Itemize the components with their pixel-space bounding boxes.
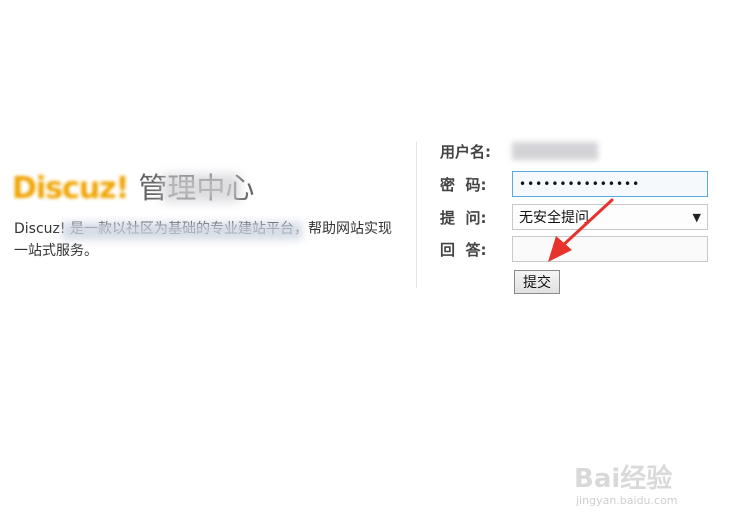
annotation-arrow-icon bbox=[548, 198, 614, 262]
password-field[interactable]: ••••••••••••••• bbox=[512, 171, 708, 197]
username-row: 用户名: bbox=[440, 138, 598, 164]
security-question-select[interactable]: 无安全提问 ▼ bbox=[512, 204, 708, 230]
title-redaction bbox=[162, 174, 240, 202]
security-question-value: 无安全提问 bbox=[519, 210, 589, 226]
answer-field[interactable] bbox=[512, 236, 708, 262]
username-label: 用户名: bbox=[440, 142, 491, 161]
intro-redaction bbox=[62, 222, 302, 240]
admin-center-title: Discuz!管理中心 bbox=[12, 168, 254, 209]
baidu-jingyan-watermark: Bai经验 bbox=[574, 464, 673, 494]
question-label: 提 问: bbox=[440, 208, 487, 227]
password-mask: ••••••••••••••• bbox=[519, 177, 641, 191]
watermark-url: jingyan.baidu.com bbox=[576, 494, 678, 507]
dropdown-arrow-icon: ▼ bbox=[692, 210, 701, 224]
password-row: 密 码: ••••••••••••••• bbox=[440, 171, 708, 197]
answer-row: 回 答: bbox=[440, 236, 708, 262]
discuz-logo: Discuz! bbox=[12, 171, 129, 206]
login-page: Discuz!管理中心 Discuz! 是一款以社区为基础的专业建站平台，帮助网… bbox=[0, 0, 746, 528]
question-row: 提 问: 无安全提问 ▼ bbox=[440, 204, 708, 230]
answer-label: 回 答: bbox=[440, 240, 487, 259]
submit-button[interactable]: 提交 bbox=[514, 270, 560, 294]
username-value-redacted bbox=[512, 142, 598, 160]
panel-divider bbox=[416, 142, 417, 288]
intro-description: Discuz! 是一款以社区为基础的专业建站平台，帮助网站实现一站式服务。 bbox=[14, 218, 394, 262]
password-label: 密 码: bbox=[440, 175, 487, 194]
